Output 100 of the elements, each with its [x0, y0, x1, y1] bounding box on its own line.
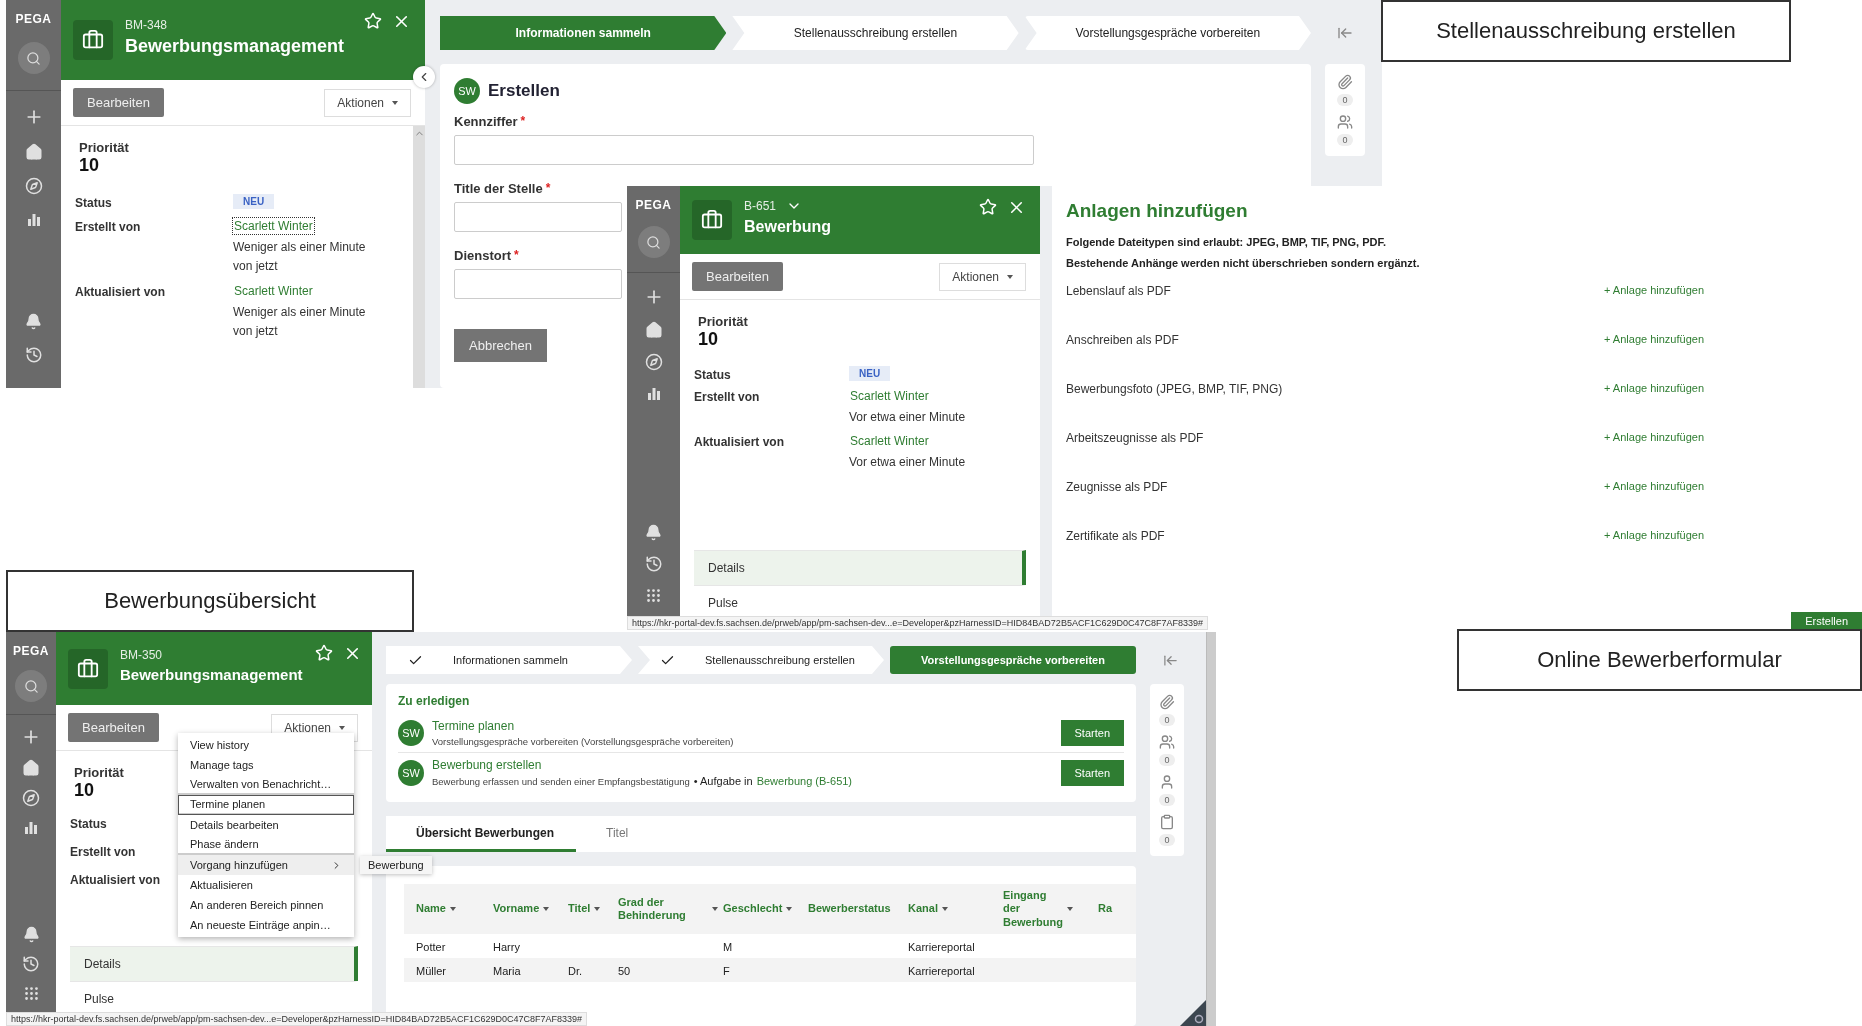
- add-attachment-link[interactable]: + Anlage hinzufügen: [1604, 382, 1848, 394]
- people-icon[interactable]: [1337, 114, 1353, 130]
- submenu-item[interactable]: Bewerbung: [360, 856, 432, 874]
- chart-icon[interactable]: [25, 211, 42, 227]
- cancel-button[interactable]: Abbrechen: [454, 329, 547, 362]
- collapse-button[interactable]: [413, 66, 435, 88]
- edit-button[interactable]: Bearbeiten: [73, 88, 164, 117]
- section-tab[interactable]: Übersicht Bewerbungen: [386, 816, 576, 852]
- stage-tab[interactable]: Vorstellungsgespräche vorbereiten: [1024, 16, 1311, 50]
- attachment-label: Lebenslauf als PDF: [1066, 284, 1172, 298]
- case-link[interactable]: Bewerbung (B-651): [756, 775, 853, 787]
- menu-item[interactable]: An anderen Bereich pinnen: [178, 895, 354, 915]
- add-attachment-link[interactable]: + Anlage hinzufügen: [1604, 284, 1848, 296]
- scrollbar[interactable]: [413, 126, 425, 388]
- edit-button[interactable]: Bearbeiten: [68, 713, 159, 742]
- search-button[interactable]: [17, 42, 50, 74]
- bell-icon[interactable]: [22, 926, 40, 943]
- column-header[interactable]: Titel: [568, 902, 601, 916]
- add-attachment-link[interactable]: + Anlage hinzufügen: [1604, 431, 1848, 443]
- column-header[interactable]: Geschlecht: [723, 902, 793, 916]
- menu-item[interactable]: Details bearbeiten: [178, 815, 354, 835]
- people-icon[interactable]: [1159, 734, 1175, 750]
- menu-item[interactable]: Verwalten von Benachricht…: [178, 775, 354, 795]
- menu-item[interactable]: Phase ändern: [178, 835, 354, 855]
- column-header[interactable]: Ra: [1098, 902, 1113, 916]
- home-icon[interactable]: [644, 321, 663, 339]
- stage-tab[interactable]: Informationen sammeln: [440, 16, 727, 50]
- actions-button[interactable]: Aktionen: [324, 88, 411, 117]
- case-tab[interactable]: Details: [70, 946, 358, 981]
- field-label: Title der Stelle *: [454, 181, 552, 196]
- column-header[interactable]: Eingang der Bewerbung: [1003, 889, 1073, 929]
- field-label: Erstellt von: [70, 844, 136, 859]
- section-tab[interactable]: Titel: [576, 816, 656, 852]
- caret-icon: [1007, 274, 1013, 279]
- input-field[interactable]: [454, 202, 622, 232]
- caret-icon: [339, 725, 345, 730]
- menu-item[interactable]: View history: [178, 735, 354, 755]
- status-url: https://hkr-portal-dev.fs.sachsen.de/prweb/app/pm-sachsen-dev...e=Developer&pzHarnessID=HID84BAD72B5ACF1C629D0C47C8F7AF8339#: [6, 1012, 587, 1026]
- paperclip-icon[interactable]: [1337, 74, 1353, 90]
- settings-corner-icon[interactable]: [1180, 1000, 1206, 1026]
- chart-icon[interactable]: [23, 819, 39, 835]
- scrollbar[interactable]: [1206, 632, 1216, 1026]
- person-link[interactable]: Scarlett Winter: [233, 283, 314, 300]
- stage-tab[interactable]: Informationen sammeln: [386, 646, 632, 674]
- brand-logo[interactable]: PEGA: [13, 644, 49, 658]
- task-title[interactable]: Termine planen: [432, 719, 1053, 733]
- history-icon[interactable]: [24, 345, 43, 364]
- home-icon[interactable]: [24, 143, 43, 161]
- column-header[interactable]: Name: [416, 902, 456, 916]
- compass-icon[interactable]: [24, 177, 43, 195]
- person-link[interactable]: Scarlett Winter: [849, 432, 930, 449]
- history-icon[interactable]: [22, 955, 40, 973]
- compass-icon[interactable]: [644, 353, 663, 371]
- menu-item[interactable]: An neueste Einträge anpin…: [178, 915, 354, 935]
- collapse-icon[interactable]: [1337, 25, 1353, 41]
- history-icon[interactable]: [644, 555, 663, 573]
- star-icon[interactable]: [314, 644, 333, 662]
- clipboard-icon[interactable]: [1159, 814, 1175, 830]
- compass-icon[interactable]: [22, 789, 40, 807]
- apps-icon[interactable]: [22, 985, 40, 1002]
- actions-button[interactable]: Aktionen: [939, 262, 1026, 291]
- column-header[interactable]: Bewerberstatus: [808, 902, 891, 916]
- submit-button[interactable]: Erstellen: [1791, 612, 1862, 630]
- brand-logo[interactable]: PEGA: [635, 198, 672, 212]
- home-icon[interactable]: [22, 759, 40, 777]
- bell-icon[interactable]: [645, 524, 662, 541]
- apps-icon[interactable]: [645, 587, 662, 604]
- person-link[interactable]: Scarlett Winter: [233, 218, 314, 234]
- person-link[interactable]: Scarlett Winter: [849, 388, 930, 404]
- menu-item[interactable]: Aktualisieren: [178, 875, 354, 895]
- star-icon[interactable]: [979, 198, 997, 216]
- star-icon[interactable]: [364, 12, 382, 30]
- task-title[interactable]: Bewerbung erstellen: [432, 758, 1053, 772]
- start-button[interactable]: Starten: [1060, 759, 1124, 786]
- input-field[interactable]: [454, 135, 1034, 165]
- menu-item[interactable]: Manage tags: [178, 755, 354, 775]
- search-button[interactable]: [637, 226, 670, 258]
- menu-item[interactable]: Vorgang hinzufügen: [178, 855, 354, 875]
- menu-item[interactable]: Termine planen: [178, 795, 354, 815]
- column-header[interactable]: Kanal: [908, 902, 948, 916]
- stage-tab[interactable]: Vorstellungsgespräche vorbereiten: [890, 646, 1136, 674]
- column-header[interactable]: Vorname: [493, 902, 550, 916]
- table-cell: Dr.: [568, 965, 583, 977]
- stage-tab[interactable]: Stellenausschreibung erstellen: [732, 16, 1019, 50]
- start-button[interactable]: Starten: [1060, 720, 1124, 746]
- paperclip-icon[interactable]: [1159, 694, 1175, 710]
- column-header[interactable]: Grad der Behinderung: [618, 895, 718, 923]
- add-attachment-link[interactable]: + Anlage hinzufügen: [1604, 480, 1848, 492]
- brand-logo[interactable]: PEGA: [15, 12, 52, 26]
- add-attachment-link[interactable]: + Anlage hinzufügen: [1604, 529, 1848, 541]
- caption-box: Online Bewerberformular: [1457, 629, 1862, 691]
- add-attachment-link[interactable]: + Anlage hinzufügen: [1604, 333, 1848, 345]
- bell-icon[interactable]: [25, 312, 42, 330]
- stage-tab[interactable]: Stellenausschreibung erstellen: [638, 646, 884, 674]
- search-button[interactable]: [15, 670, 47, 702]
- edit-button[interactable]: Bearbeiten: [692, 262, 783, 291]
- input-field[interactable]: [454, 269, 622, 299]
- chart-icon[interactable]: [645, 385, 662, 401]
- case-tab[interactable]: Details: [694, 550, 1026, 585]
- person-icon[interactable]: [1159, 774, 1175, 790]
